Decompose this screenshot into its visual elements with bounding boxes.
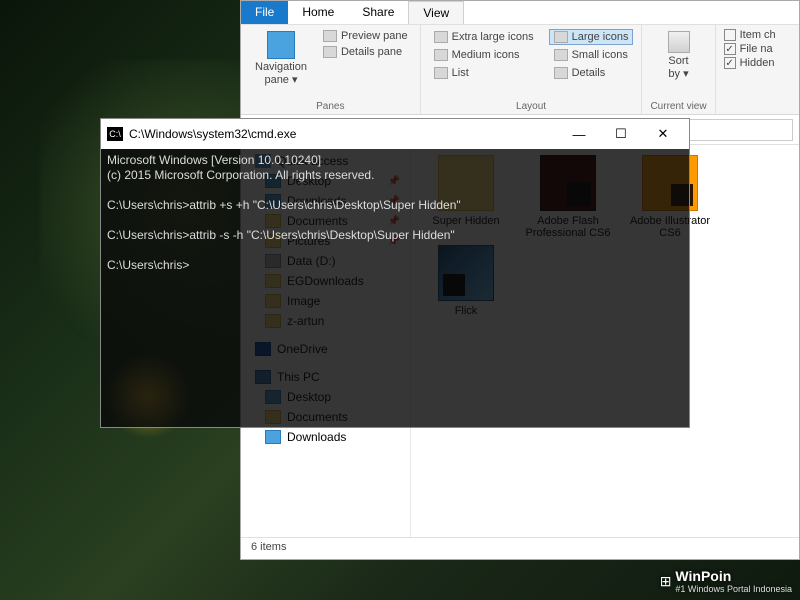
cmd-titlebar[interactable]: C:\ C:\Windows\system32\cmd.exe — ☐ ✕: [101, 119, 689, 149]
tab-file[interactable]: File: [241, 1, 288, 24]
tab-share[interactable]: Share: [348, 1, 408, 24]
cmd-line: (c) 2015 Microsoft Corporation. All righ…: [107, 168, 374, 182]
winpoin-logo-icon: ⊞: [660, 573, 672, 590]
check-hidden-items[interactable]: Hidden: [724, 57, 776, 69]
ribbon-group-panes: Navigation pane ▾ Preview pane Details p…: [241, 25, 421, 114]
preview-pane-label: Preview pane: [341, 30, 408, 42]
preview-pane-button[interactable]: Preview pane: [319, 29, 412, 43]
medium-icon: [434, 49, 448, 61]
downloads-icon: [265, 430, 281, 444]
check-hidden-label: Hidden: [740, 57, 775, 69]
xl-icon: [434, 31, 448, 43]
layout-large[interactable]: Large icons: [549, 29, 634, 45]
tab-view[interactable]: View: [408, 1, 464, 24]
medium-label: Medium icons: [452, 49, 520, 61]
layout-list[interactable]: List: [429, 65, 539, 81]
watermark-main: WinPoin: [675, 568, 731, 584]
watermark-sub: #1 Windows Portal Indonesia: [675, 584, 792, 594]
navigation-pane-label: Navigation pane ▾: [255, 61, 307, 86]
checkbox-icon: [724, 57, 736, 69]
small-label: Small icons: [572, 49, 628, 61]
cmd-title-text: C:\Windows\system32\cmd.exe: [129, 127, 296, 141]
navigation-pane-button[interactable]: Navigation pane ▾: [249, 29, 313, 88]
sort-by-button[interactable]: Sort by ▾: [650, 29, 706, 82]
layout-details[interactable]: Details: [549, 65, 634, 81]
list-label: List: [452, 67, 469, 79]
ribbon-group-showhide: Item ch File na Hidden: [716, 25, 784, 114]
check-item-checkboxes[interactable]: Item ch: [724, 29, 776, 41]
checkbox-icon: [724, 43, 736, 55]
details-pane-label: Details pane: [341, 46, 402, 58]
cmd-line: C:\Users\chris>attrib -s -h "C:\Users\ch…: [107, 228, 455, 242]
ribbon-group-currentview: Sort by ▾ Current view: [642, 25, 715, 114]
cmd-prompt: C:\Users\chris>: [107, 258, 189, 272]
large-icon: [554, 31, 568, 43]
cmd-line: Microsoft Windows [Version 10.0.10240]: [107, 153, 321, 167]
details-pane-button[interactable]: Details pane: [319, 45, 412, 59]
layout-small[interactable]: Small icons: [549, 47, 634, 63]
minimize-button[interactable]: —: [559, 121, 599, 147]
details-pane-icon: [323, 46, 337, 58]
cmd-icon: C:\: [107, 127, 123, 141]
check-item-label: Item ch: [740, 29, 776, 41]
details-label: Details: [572, 67, 606, 79]
tab-home[interactable]: Home: [288, 1, 348, 24]
cmd-line: C:\Users\chris>attrib +s +h "C:\Users\ch…: [107, 198, 461, 212]
maximize-button[interactable]: ☐: [601, 121, 641, 147]
sidebar-label: Downloads: [287, 430, 346, 444]
close-button[interactable]: ✕: [643, 121, 683, 147]
checkbox-icon: [724, 29, 736, 41]
ribbon-group-layout: Extra large icons Large icons Medium ico…: [421, 25, 643, 114]
sort-icon: [668, 31, 690, 53]
check-ext-label: File na: [740, 43, 773, 55]
status-bar: 6 items: [241, 537, 799, 559]
xl-label: Extra large icons: [452, 31, 534, 43]
sidebar-sub-downloads[interactable]: Downloads: [241, 427, 410, 447]
ribbon-group-currentview-label: Current view: [650, 101, 706, 112]
cmd-window[interactable]: C:\ C:\Windows\system32\cmd.exe — ☐ ✕ Mi…: [100, 118, 690, 428]
sort-label: Sort by ▾: [668, 55, 688, 80]
ribbon-group-panes-label: Panes: [249, 101, 412, 112]
ribbon-group-layout-label: Layout: [429, 101, 634, 112]
cmd-output[interactable]: Microsoft Windows [Version 10.0.10240] (…: [101, 149, 689, 277]
preview-pane-icon: [323, 30, 337, 42]
layout-medium[interactable]: Medium icons: [429, 47, 539, 63]
check-file-ext[interactable]: File na: [724, 43, 776, 55]
layout-extra-large[interactable]: Extra large icons: [429, 29, 539, 45]
watermark: ⊞ WinPoin #1 Windows Portal Indonesia: [660, 568, 792, 594]
large-label: Large icons: [572, 31, 629, 43]
details-icon: [554, 67, 568, 79]
ribbon-tabs: File Home Share View: [241, 1, 799, 25]
list-icon: [434, 67, 448, 79]
navigation-pane-icon: [267, 31, 295, 59]
small-icon: [554, 49, 568, 61]
ribbon-view: Navigation pane ▾ Preview pane Details p…: [241, 25, 799, 115]
